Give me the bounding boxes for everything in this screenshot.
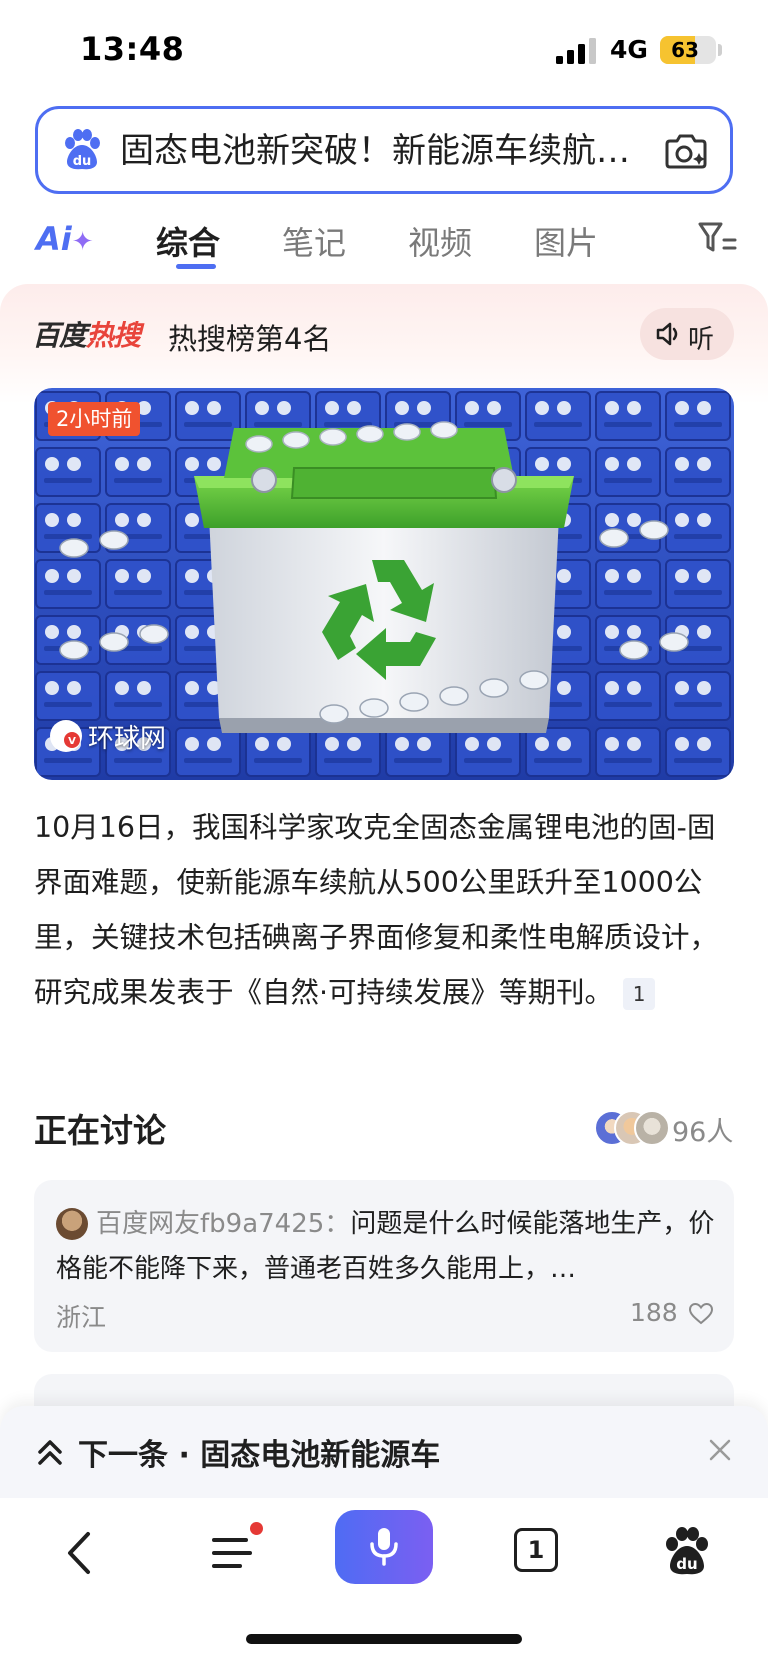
- battery-tip: [718, 44, 722, 56]
- next-item-label: 下一条 · 固态电池新能源车: [78, 1438, 441, 1473]
- sparkle-icon: ✦: [71, 227, 94, 257]
- svg-text:du: du: [73, 154, 92, 169]
- source-name: 环球网: [88, 724, 167, 754]
- tab-images[interactable]: 图片: [534, 218, 598, 264]
- next-item-bar[interactable]: 下一条 · 固态电池新能源车: [0, 1406, 768, 1498]
- svg-text:V: V: [68, 736, 76, 747]
- tabs-count-button[interactable]: 1: [514, 1528, 558, 1572]
- reference-badge[interactable]: 1: [623, 978, 656, 1010]
- time-badge: 2小时前: [48, 402, 141, 436]
- discussion-count: 96人: [672, 1117, 734, 1148]
- hot-logo-right: 热搜: [86, 319, 141, 352]
- tab-notes[interactable]: 笔记: [282, 218, 346, 264]
- news-summary: 10月16日，我国科学家攻克全固态金属锂电池的固-固界面难题，使新能源车续航从5…: [34, 800, 740, 1020]
- signal-icon: [556, 38, 596, 64]
- hot-search-card: 百度热搜 热搜榜第4名 听 2小时前 V 环球网 10月16日，我国科学家攻克全…: [0, 284, 768, 1434]
- voice-search-button[interactable]: [335, 1510, 433, 1584]
- comment-text: 百度网友fb9a7425：问题是什么时候能落地生产，价格能不能降下来，普通老百姓…: [56, 1202, 716, 1292]
- listen-button[interactable]: 听: [640, 308, 734, 360]
- tab-video[interactable]: 视频: [408, 218, 472, 264]
- comment-location: 浙江: [56, 1303, 107, 1332]
- camera-search-icon[interactable]: [664, 129, 708, 171]
- summary-text: 10月16日，我国科学家攻克全固态金属锂电池的固-固界面难题，使新能源车续航从5…: [34, 811, 719, 1009]
- search-box[interactable]: du 固态电池新突破！新能源车续航从500公里跃至1000公里: [35, 106, 733, 194]
- svg-text:du: du: [676, 1555, 697, 1573]
- status-time: 13:48: [80, 30, 185, 68]
- back-icon[interactable]: [60, 1528, 100, 1578]
- listen-label: 听: [688, 325, 715, 355]
- avatar: [634, 1110, 670, 1146]
- comment-card[interactable]: 百度网友fb9a7425：问题是什么时候能落地生产，价格能不能降下来，普通老百姓…: [34, 1180, 734, 1352]
- comment-username: 百度网友fb9a7425：: [96, 1209, 351, 1239]
- baidu-paw-icon: du: [65, 129, 100, 170]
- microphone-icon: [370, 1528, 398, 1566]
- tab-all[interactable]: 综合: [156, 218, 220, 264]
- ai-tab[interactable]: Ai✦: [36, 220, 94, 258]
- home-indicator: [246, 1634, 522, 1644]
- ai-label: Ai: [36, 220, 72, 258]
- filter-icon[interactable]: [697, 220, 737, 256]
- active-tab-indicator: [176, 264, 216, 269]
- source-logo-icon: V: [50, 720, 82, 752]
- hot-rank: 热搜榜第4名: [168, 322, 332, 356]
- heart-icon[interactable]: [688, 1301, 714, 1327]
- speaker-icon: [656, 322, 678, 346]
- double-chevron-up-icon: [38, 1440, 62, 1465]
- status-bar: 13:48 4G 63: [0, 0, 768, 100]
- discussion-title: 正在讨论: [34, 1111, 166, 1150]
- participant-avatars[interactable]: [594, 1110, 670, 1148]
- battery-icon: 63: [660, 36, 716, 64]
- baidu-hot-logo: 百度热搜: [32, 314, 141, 354]
- close-icon[interactable]: [706, 1436, 734, 1464]
- news-image[interactable]: 2小时前 V 环球网: [34, 388, 734, 780]
- hot-logo-left: 百度: [32, 319, 87, 352]
- comment-like-count: 188: [630, 1298, 678, 1327]
- search-tabs: Ai✦ 综合 笔记 视频 图片: [0, 206, 768, 276]
- network-type: 4G: [610, 35, 648, 64]
- battery-percent: 63: [671, 38, 699, 62]
- menu-icon[interactable]: [210, 1530, 258, 1576]
- baidu-home-icon[interactable]: du: [664, 1526, 710, 1576]
- notification-dot: [250, 1522, 263, 1535]
- search-input[interactable]: 固态电池新突破！新能源车续航从500公里跃至1000公里: [120, 129, 660, 173]
